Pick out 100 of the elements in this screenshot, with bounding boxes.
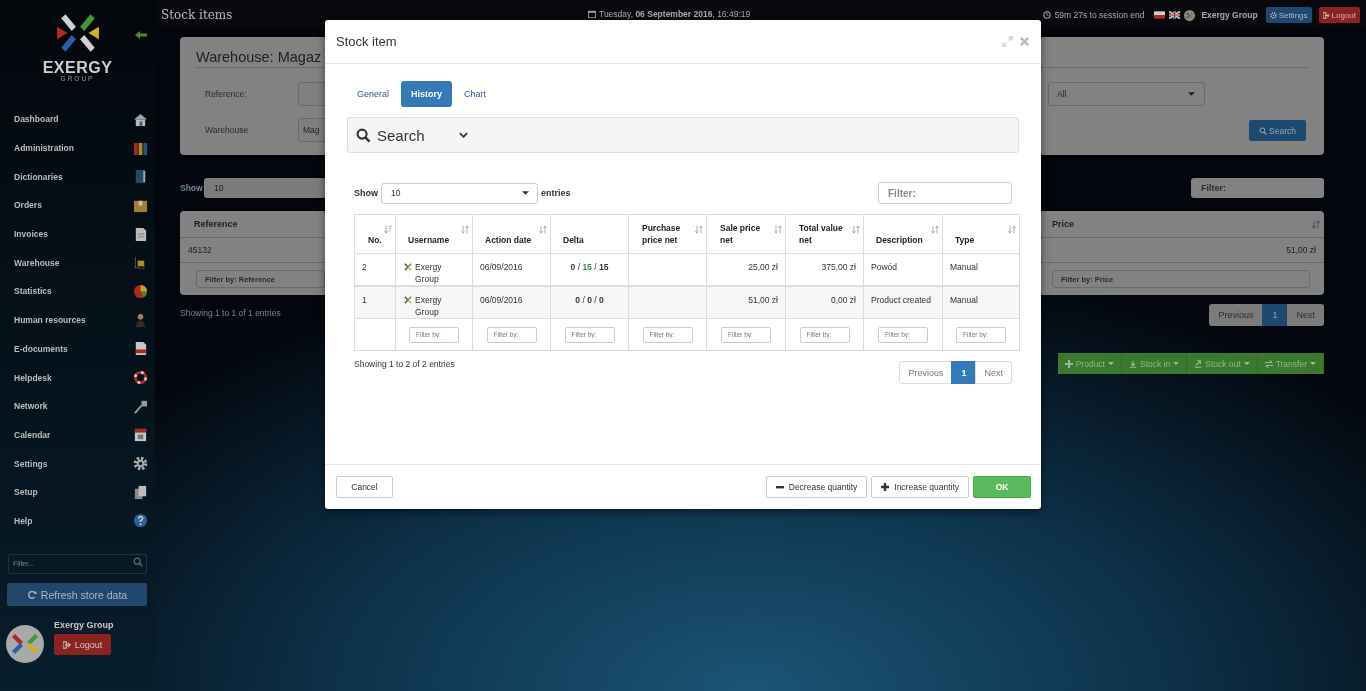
- logout-button[interactable]: Logout: [54, 634, 111, 656]
- cancel-button[interactable]: Cancel: [336, 476, 393, 498]
- column-header[interactable]: Delta: [550, 214, 629, 254]
- pagination-button[interactable]: 1: [951, 361, 977, 384]
- pagination-button[interactable]: 1: [1262, 304, 1288, 326]
- sort-icon: [931, 225, 939, 234]
- search-icon: [133, 557, 143, 568]
- sidebar-item[interactable]: Orders: [14, 191, 148, 220]
- table-cell-text: Exergy Group: [415, 261, 443, 285]
- table-cell: 0,00 zł: [785, 286, 864, 319]
- pagination-button[interactable]: Next: [975, 361, 1012, 384]
- sort-icon: [461, 225, 469, 234]
- sidebar-item[interactable]: Setup: [14, 477, 148, 507]
- column-header[interactable]: Username: [395, 214, 473, 254]
- increase-quantity-button[interactable]: Increase quantity: [871, 476, 969, 498]
- book-icon: [133, 169, 148, 185]
- show-label: Show: [180, 183, 204, 193]
- table-info: Showing 1 to 2 of 2 entries: [354, 359, 455, 369]
- table-cell: 1: [354, 286, 396, 319]
- person-icon: [133, 312, 148, 328]
- field-label: Reference:: [205, 89, 248, 99]
- page-length-select[interactable]: 10: [381, 182, 538, 204]
- settings-icon: [1269, 11, 1277, 19]
- date-time: Tuesday, 06 September 2016, 16:49:19: [599, 9, 751, 19]
- poland-flag-icon[interactable]: [1154, 11, 1166, 19]
- caret-icon: [1310, 362, 1316, 365]
- column-header[interactable]: Description: [863, 214, 943, 254]
- panel-title: Warehouse: Magaz: [196, 49, 322, 65]
- column-header[interactable]: Sale price net: [706, 214, 786, 254]
- page-length-select[interactable]: 10: [204, 178, 325, 198]
- logo-text: EXERGY: [42, 60, 113, 76]
- pagination-button[interactable]: Previous: [899, 361, 953, 384]
- column-header[interactable]: Purchase price net: [628, 214, 707, 254]
- entries-label: entries: [541, 188, 571, 198]
- search-toggle[interactable]: Search: [347, 117, 1019, 153]
- delta-value: 0 / 0 / 0: [575, 295, 604, 305]
- settings-button[interactable]: Settings: [1265, 7, 1312, 23]
- user-name: Exergy Group: [1201, 10, 1258, 20]
- column-header[interactable]: Type: [942, 214, 1020, 254]
- sidebar-item[interactable]: Statistics: [14, 277, 148, 306]
- uk-flag-icon[interactable]: [1169, 11, 1181, 19]
- forklift-icon: [133, 255, 148, 271]
- column-header[interactable]: Action date: [472, 214, 551, 254]
- sidebar-item[interactable]: Human resources: [14, 305, 148, 335]
- help-icon: [133, 513, 148, 529]
- caret-icon: [1107, 362, 1114, 365]
- sidebar-item[interactable]: Warehouse: [14, 248, 148, 278]
- caret-icon: [1243, 362, 1250, 365]
- collapse-arrow-icon[interactable]: [135, 31, 147, 39]
- table-cell: 51,00 zł: [706, 286, 786, 319]
- select-field[interactable]: All: [1048, 82, 1205, 106]
- sort-icon[interactable]: [1312, 219, 1320, 229]
- filter-field[interactable]: Filter:: [1191, 178, 1324, 198]
- column-header[interactable]: Price: [1052, 219, 1075, 229]
- sidebar-item[interactable]: Calendar: [14, 420, 148, 450]
- logout-icon: [62, 640, 71, 649]
- session-timer: 59m 27s to session end: [1054, 10, 1145, 20]
- column-header[interactable]: Total value net: [785, 214, 864, 254]
- tab[interactable]: History: [401, 81, 453, 107]
- sidebar-item[interactable]: Helpdesk: [14, 363, 148, 392]
- expand-icon[interactable]: [1002, 36, 1013, 47]
- sidebar-item[interactable]: Help: [14, 506, 148, 536]
- action-icon: [1064, 359, 1073, 368]
- page-title: Stock items: [161, 8, 233, 22]
- chevron-down-icon: [458, 132, 468, 138]
- sidebar-item[interactable]: E-documents: [14, 334, 148, 364]
- search-button[interactable]: Search: [1249, 120, 1306, 141]
- show-label: Show: [354, 188, 378, 198]
- calendar-icon: [133, 427, 148, 443]
- action-icon: [1194, 359, 1203, 368]
- sidebar-item[interactable]: Settings: [14, 449, 148, 478]
- logo-icon: [54, 12, 101, 54]
- decrease-quantity-button[interactable]: Decrease quantity: [765, 476, 868, 498]
- sort-icon: [1008, 225, 1016, 234]
- sidebar-item[interactable]: Dashboard: [14, 105, 148, 134]
- document-icon: [133, 226, 148, 242]
- refresh-button[interactable]: Refresh store data: [7, 583, 147, 607]
- column-header[interactable]: No.: [354, 214, 396, 254]
- calendar-icon: [588, 10, 596, 18]
- sidebar-item[interactable]: Dictionaries: [14, 162, 148, 192]
- dialog-title: Stock item: [336, 34, 397, 49]
- logout-button[interactable]: Logout: [1318, 7, 1360, 23]
- tab[interactable]: Chart: [454, 81, 497, 107]
- sidebar-item[interactable]: Invoices: [14, 219, 148, 249]
- minus-icon: [775, 483, 784, 491]
- input-field[interactable]: Mag: [298, 118, 325, 142]
- field-label: Warehouse: [205, 125, 250, 135]
- table-cell: Product created: [863, 286, 943, 319]
- column-header[interactable]: Reference: [194, 219, 238, 229]
- action-icon: [1264, 359, 1273, 368]
- tab[interactable]: General: [347, 81, 400, 107]
- search-icon: [356, 127, 371, 143]
- sort-icon: [695, 225, 703, 234]
- caret-icon: [1173, 362, 1180, 365]
- plug-icon: [133, 398, 148, 414]
- sidebar-item[interactable]: Administration: [14, 133, 148, 163]
- sort-icon: [852, 225, 860, 234]
- sidebar-item[interactable]: Network: [14, 391, 148, 421]
- close-icon[interactable]: [1019, 36, 1030, 47]
- logo-icon: [1184, 9, 1196, 21]
